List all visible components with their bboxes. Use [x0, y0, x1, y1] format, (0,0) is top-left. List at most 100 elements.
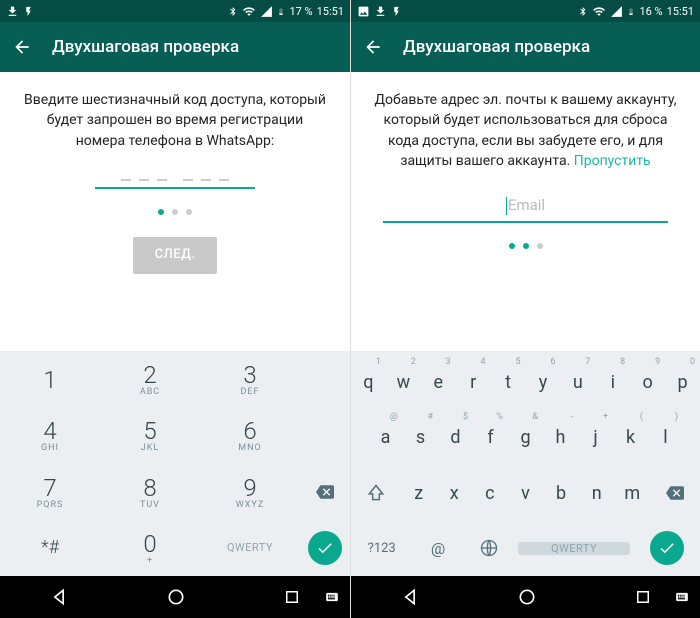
key-q[interactable]: 1q [351, 355, 386, 410]
nav-recent-icon[interactable] [634, 588, 652, 606]
download-icon [6, 5, 19, 18]
step-dots [373, 243, 678, 249]
key-l[interactable]: )l [648, 410, 683, 465]
bolt-icon [391, 5, 402, 18]
step-dot [158, 209, 164, 215]
email-placeholder: Email [508, 196, 545, 214]
key-e[interactable]: 3e [421, 355, 456, 410]
key-star[interactable]: *# [0, 520, 100, 576]
key-6[interactable]: 6MNO [200, 407, 300, 463]
key-done[interactable] [300, 520, 350, 576]
key-d[interactable]: $d [438, 410, 473, 465]
download-icon [374, 5, 387, 18]
nav-bar [351, 576, 700, 618]
key-p[interactable]: 0p [665, 355, 700, 410]
email-input[interactable]: Email [383, 191, 668, 223]
key-done[interactable] [633, 521, 700, 576]
clock: 15:51 [667, 5, 694, 18]
key-h[interactable]: -h [543, 410, 578, 465]
step-dots [22, 209, 328, 215]
keyboard-icon[interactable] [672, 590, 692, 604]
key-g[interactable]: &g [508, 410, 543, 465]
skip-link[interactable]: Пропустить [574, 153, 651, 169]
key-n[interactable]: n [579, 466, 615, 521]
key-z[interactable]: z [401, 466, 437, 521]
key-m[interactable]: m [615, 466, 651, 521]
back-icon[interactable] [363, 37, 383, 57]
battery-icon [277, 5, 285, 18]
key-c[interactable]: c [472, 466, 508, 521]
bolt-icon [23, 5, 34, 18]
instructions: Добавьте адрес эл. почты к вашему аккаун… [373, 90, 678, 171]
battery-pct: 16 % [639, 5, 662, 18]
key-y[interactable]: 6y [526, 355, 561, 410]
signal-icon [260, 5, 273, 18]
key-s[interactable]: #s [403, 410, 438, 465]
key-x[interactable]: x [436, 466, 472, 521]
step-dot [172, 209, 178, 215]
key-t[interactable]: 5t [491, 355, 526, 410]
key-a[interactable]: @a [368, 410, 403, 465]
content: Введите шестизначный код доступа, которы… [0, 72, 350, 351]
key-9[interactable]: 9WXYZ [200, 464, 300, 520]
key-f[interactable]: %f [473, 410, 508, 465]
signal-icon [610, 5, 623, 18]
qwerty-keyboard: 1q2w3e4r5t6y7u8i9o0p @a#s$d%f&g-h+j(k)l … [351, 351, 700, 576]
key-8[interactable]: 8TUV [100, 464, 200, 520]
battery-pct: 17 % [289, 5, 312, 18]
backspace-icon [313, 483, 337, 501]
key-j[interactable]: +j [578, 410, 613, 465]
image-icon [357, 5, 370, 18]
key-globe[interactable] [464, 521, 515, 576]
nav-home-icon[interactable] [166, 587, 186, 607]
key-7[interactable]: 7PQRS [0, 464, 100, 520]
screen-pin: 17 % 15:51 Двухшаговая проверка Введите … [0, 0, 350, 618]
key-4[interactable]: 4GHI [0, 407, 100, 463]
keyboard-icon[interactable] [322, 590, 342, 604]
wifi-icon [592, 5, 606, 18]
key-5[interactable]: 5JKL [100, 407, 200, 463]
nav-home-icon[interactable] [517, 587, 537, 607]
key-3[interactable]: 3DEF [200, 351, 300, 407]
wifi-icon [242, 5, 256, 18]
step-dot [186, 209, 192, 215]
instructions: Введите шестизначный код доступа, которы… [22, 90, 328, 151]
shift-icon [366, 483, 386, 503]
key-backspace[interactable] [650, 466, 700, 521]
key-at[interactable]: @ [412, 521, 463, 576]
key-shift[interactable] [351, 466, 401, 521]
nav-bar [0, 576, 350, 618]
pin-input[interactable] [95, 179, 255, 189]
check-icon [316, 539, 334, 557]
key-mode[interactable]: QWERTY [200, 520, 300, 576]
key-b[interactable]: b [543, 466, 579, 521]
nav-back-icon[interactable] [400, 587, 420, 607]
nav-back-icon[interactable] [49, 587, 69, 607]
nav-recent-icon[interactable] [283, 588, 301, 606]
key-symbols[interactable]: ?123 [351, 521, 412, 576]
key-i[interactable]: 8i [595, 355, 630, 410]
status-bar: 16 % 15:51 [351, 0, 700, 22]
key-0[interactable]: 0+ [100, 520, 200, 576]
key-space[interactable]: QWERTY [518, 542, 631, 555]
key-backspace[interactable] [300, 464, 350, 520]
key-k[interactable]: (k [613, 410, 648, 465]
key-v[interactable]: v [508, 466, 544, 521]
step-dot [537, 243, 543, 249]
globe-icon [479, 538, 499, 558]
step-dot [523, 243, 529, 249]
page-title: Двухшаговая проверка [52, 37, 239, 57]
status-bar: 17 % 15:51 [0, 0, 350, 22]
key-u[interactable]: 7u [560, 355, 595, 410]
key-o[interactable]: 9o [630, 355, 665, 410]
numeric-keypad: 1 2ABC 3DEF 4GHI 5JKL 6MNO 7PQRS 8TUV 9W… [0, 351, 350, 576]
key-w[interactable]: 2w [386, 355, 421, 410]
key-1[interactable]: 1 [0, 351, 100, 407]
next-button[interactable]: СЛЕД. [133, 237, 218, 274]
battery-icon [627, 5, 635, 18]
key-r[interactable]: 4r [456, 355, 491, 410]
key-2[interactable]: 2ABC [100, 351, 200, 407]
screen-email: 16 % 15:51 Двухшаговая проверка Добавьте… [350, 0, 700, 618]
back-icon[interactable] [12, 37, 32, 57]
app-bar: Двухшаговая проверка [0, 22, 350, 72]
